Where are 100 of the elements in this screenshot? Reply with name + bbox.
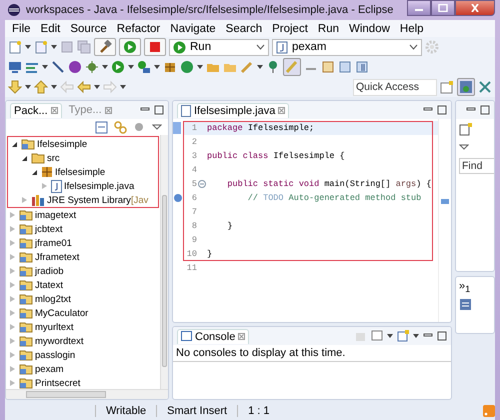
run-config-dropdown[interactable]: Run (169, 38, 269, 56)
open-perspective-icon[interactable] (440, 80, 454, 94)
task-list-icon[interactable] (459, 298, 472, 312)
maximize-button[interactable] (431, 0, 455, 16)
display-console-icon[interactable] (371, 330, 383, 342)
stop-button[interactable] (144, 38, 166, 56)
dropdown-arrow-icon[interactable] (25, 45, 31, 49)
chevron-down-icon[interactable] (409, 44, 418, 50)
tree-item[interactable]: Printsecret (35, 378, 80, 388)
tree-item[interactable]: mlog2txt (35, 294, 71, 304)
tree-item[interactable]: Jtatext (35, 280, 63, 290)
menu-item[interactable]: Source (65, 22, 112, 34)
coverage-icon[interactable] (137, 60, 151, 74)
run-icon[interactable] (111, 60, 125, 74)
minimize-button[interactable] (407, 0, 431, 16)
fold-icon[interactable] (198, 180, 206, 188)
close-icon[interactable] (278, 107, 286, 114)
save-all-icon[interactable] (77, 40, 91, 54)
circle-icon[interactable] (68, 60, 82, 74)
feed-icon[interactable] (483, 405, 495, 417)
dropdown-arrow-icon[interactable] (128, 65, 134, 69)
quick-fix-icon[interactable] (173, 193, 183, 203)
launch-target-dropdown[interactable]: pexam (272, 38, 422, 56)
java-perspective-icon[interactable] (457, 78, 475, 96)
collapse-all-icon[interactable] (95, 120, 108, 134)
quick-access-field[interactable]: Quick Access (353, 78, 437, 96)
project-folder-icon (19, 265, 33, 277)
maximize-icon[interactable] (480, 105, 490, 115)
menu-item[interactable]: Navigate (165, 22, 221, 34)
dropdown-arrow-icon[interactable] (197, 65, 203, 69)
menu-item[interactable]: Run (312, 22, 344, 34)
panel-tab[interactable]: Pack... (10, 102, 62, 118)
bug-icon[interactable] (85, 60, 99, 74)
menu-item[interactable]: Edit (36, 22, 66, 34)
more-views-label[interactable]: »$_{1}$ (459, 280, 491, 294)
menu-item[interactable]: Search (220, 22, 268, 34)
maximize-icon[interactable] (437, 105, 447, 115)
dropdown-arrow-icon[interactable] (102, 65, 108, 69)
dropdown-arrow-icon[interactable] (51, 45, 57, 49)
maximize-icon[interactable] (437, 331, 447, 341)
tree-item[interactable]: Jframetext (35, 252, 80, 262)
monitor-icon[interactable] (8, 60, 22, 74)
maximize-icon[interactable] (154, 105, 164, 115)
debug-perspective-icon[interactable] (478, 80, 492, 94)
brush-icon[interactable] (283, 58, 301, 76)
dropdown-arrow-icon[interactable] (51, 85, 57, 89)
tree-item[interactable]: JRE System Library[Jav (47, 194, 148, 206)
tree-item[interactable]: myurltext (35, 322, 74, 332)
tree-item[interactable]: src (47, 152, 60, 164)
find-field[interactable]: Find (459, 158, 494, 174)
view-menu-icon[interactable] (152, 122, 162, 132)
dropdown-arrow-icon[interactable] (25, 85, 31, 89)
link-icon[interactable] (114, 120, 127, 134)
vertical-scrollbar[interactable] (160, 135, 168, 389)
tree-item[interactable]: jcbtext (35, 224, 62, 234)
expand-arrow-icon[interactable] (32, 170, 37, 174)
new-task-icon[interactable] (459, 123, 472, 136)
dropdown-arrow-icon[interactable] (94, 85, 100, 89)
close-icon[interactable] (50, 107, 58, 114)
tree-item[interactable]: MyCaculator (35, 308, 88, 318)
filter-icon[interactable] (133, 120, 146, 134)
tree-item[interactable]: jframe01 (35, 238, 72, 248)
menu-item[interactable]: Refactor (112, 22, 166, 34)
tree-item[interactable]: pexam (35, 364, 64, 374)
list-icon[interactable] (25, 60, 39, 74)
menu-item[interactable]: Window (344, 22, 395, 34)
project-folder-icon (19, 209, 33, 221)
tree-item[interactable]: mywordtext (35, 336, 84, 346)
java-file-icon (181, 104, 191, 116)
view-menu-icon[interactable] (459, 142, 469, 152)
dropdown-arrow-icon[interactable] (154, 65, 160, 69)
tree-item[interactable]: passlogin (35, 350, 76, 360)
close-icon[interactable] (238, 333, 246, 340)
dropdown-arrow-icon[interactable] (120, 85, 126, 89)
java-file-icon (51, 180, 62, 192)
dropdown-arrow-icon[interactable] (413, 334, 419, 338)
document-icon[interactable] (338, 60, 352, 74)
tree-item[interactable]: imagetext (35, 210, 76, 220)
menu-item[interactable]: File (7, 22, 36, 34)
dropdown-arrow-icon[interactable] (257, 65, 263, 69)
dropdown-arrow-icon[interactable] (42, 65, 48, 69)
run-button[interactable] (119, 38, 141, 56)
tree-item[interactable]: Ifelsesimple.java (64, 180, 134, 192)
horizontal-scrollbar[interactable] (6, 389, 168, 399)
menu-item[interactable]: Help (394, 22, 429, 34)
chevron-down-icon[interactable] (256, 44, 265, 50)
close-icon[interactable] (104, 106, 112, 114)
menu-item[interactable]: Project (267, 22, 313, 34)
editor-tab[interactable]: Ifelsesimple.java (177, 102, 290, 118)
new-console-icon[interactable] (397, 330, 409, 342)
package-icon[interactable] (163, 60, 177, 74)
build-button[interactable] (94, 38, 116, 56)
dropdown-arrow-icon[interactable] (387, 334, 393, 338)
paragraph-icon[interactable] (355, 60, 369, 74)
console-tab[interactable]: Console (177, 328, 250, 344)
close-button[interactable] (455, 0, 495, 16)
tree-item[interactable]: Ifelsesimple (55, 166, 106, 178)
tree-item[interactable]: jradiob (35, 266, 64, 276)
document-icon[interactable] (321, 60, 335, 74)
tree-item[interactable]: Ifelsesimple (37, 138, 88, 150)
